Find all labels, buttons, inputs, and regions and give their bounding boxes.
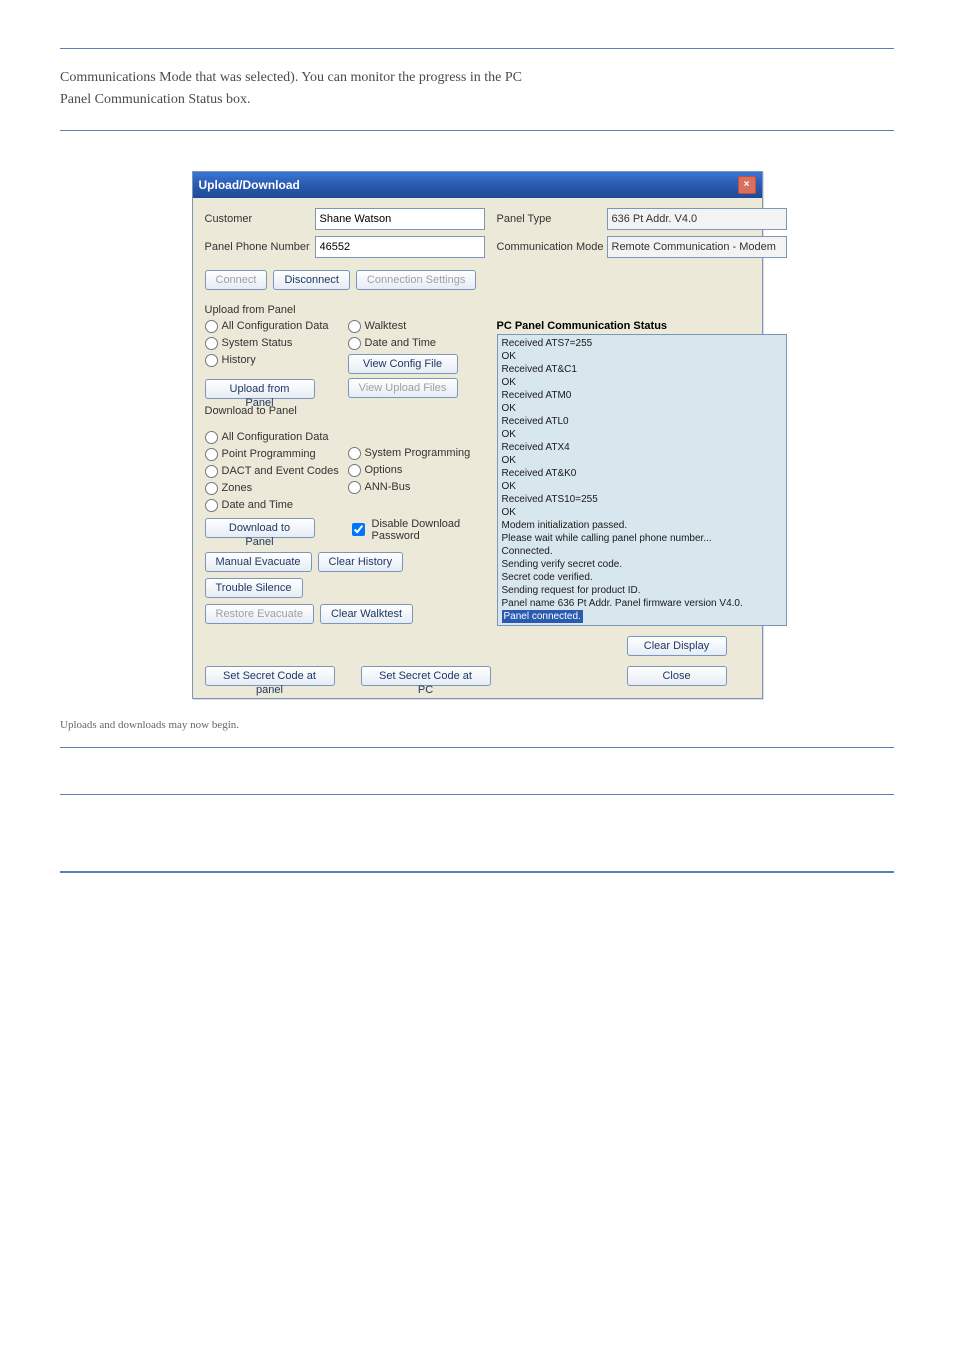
clear-display-button[interactable]: Clear Display	[627, 636, 727, 656]
phone-input[interactable]	[315, 236, 485, 258]
upload-section-label: Upload from Panel	[205, 304, 485, 316]
radio-zones-label: Zones	[222, 482, 253, 494]
radio-zones[interactable]: Zones	[205, 482, 342, 495]
customer-label: Customer	[205, 213, 315, 225]
radio-options-label: Options	[365, 464, 403, 476]
doc-text: Communications Mode that was selected). …	[60, 67, 894, 112]
disable-dl-password-label: Disable Download Password	[372, 518, 485, 542]
titlebar: Upload/Download ×	[193, 172, 762, 198]
upload-download-dialog: Upload/Download × Customer Panel Phone N…	[192, 171, 763, 699]
doc-text-line2: Panel Communication Status box.	[60, 92, 251, 107]
view-upload-files-button: View Upload Files	[348, 378, 458, 398]
radio-date-time-dl-label: Date and Time	[222, 499, 294, 511]
panel-type-label: Panel Type	[497, 213, 607, 225]
set-secret-pc-button[interactable]: Set Secret Code at PC	[361, 666, 491, 686]
comm-status-title: PC Panel Communication Status	[497, 320, 787, 332]
download-section-label: Download to Panel	[205, 405, 485, 417]
close-icon[interactable]: ×	[738, 176, 756, 194]
radio-point-prog-label: Point Programming	[222, 448, 316, 460]
comm-status-box[interactable]: Received ATZOKReceived ATE1OKReceived AT…	[497, 334, 787, 626]
trouble-silence-button[interactable]: Trouble Silence	[205, 578, 303, 598]
view-config-button[interactable]: View Config File	[348, 354, 458, 374]
connect-button: Connect	[205, 270, 268, 290]
clear-history-button[interactable]: Clear History	[318, 552, 404, 572]
restore-evacuate-button: Restore Evacuate	[205, 604, 314, 624]
customer-input[interactable]	[315, 208, 485, 230]
radio-all-config-up-label: All Configuration Data	[222, 320, 329, 332]
radio-walktest[interactable]: Walktest	[348, 320, 485, 333]
download-to-panel-button[interactable]: Download to Panel	[205, 518, 315, 538]
doc-text-line1: Communications Mode that was selected). …	[60, 70, 522, 85]
manual-evacuate-button[interactable]: Manual Evacuate	[205, 552, 312, 572]
radio-dact-event[interactable]: DACT and Event Codes	[205, 465, 342, 478]
comm-mode-label: Communication Mode	[497, 241, 607, 253]
radio-all-config-dl-label: All Configuration Data	[222, 431, 329, 443]
comm-mode-value	[607, 236, 787, 258]
radio-walktest-label: Walktest	[365, 320, 407, 332]
radio-system-status-label: System Status	[222, 337, 293, 349]
radio-ann-bus-label: ANN-Bus	[365, 481, 411, 493]
connection-settings-button: Connection Settings	[356, 270, 476, 290]
panel-type-value	[607, 208, 787, 230]
set-secret-panel-button[interactable]: Set Secret Code at panel	[205, 666, 335, 686]
dialog-title: Upload/Download	[199, 178, 300, 192]
radio-history-label: History	[222, 354, 256, 366]
radio-system-prog[interactable]: System Programming	[348, 447, 485, 460]
upload-from-panel-button[interactable]: Upload from Panel	[205, 379, 315, 399]
close-button[interactable]: Close	[627, 666, 727, 686]
radio-point-prog[interactable]: Point Programming	[205, 448, 342, 461]
radio-ann-bus[interactable]: ANN-Bus	[348, 481, 485, 494]
radio-history[interactable]: History	[205, 354, 342, 367]
radio-dact-event-label: DACT and Event Codes	[222, 465, 339, 477]
radio-all-config-up[interactable]: All Configuration Data	[205, 320, 342, 333]
doc-caption: Uploads and downloads may now begin.	[60, 719, 894, 731]
radio-date-time-up-label: Date and Time	[365, 337, 437, 349]
radio-date-time-dl[interactable]: Date and Time	[205, 499, 342, 512]
phone-label: Panel Phone Number	[205, 241, 315, 253]
clear-walktest-button[interactable]: Clear Walktest	[320, 604, 413, 624]
radio-system-status[interactable]: System Status	[205, 337, 342, 350]
radio-system-prog-label: System Programming	[365, 447, 471, 459]
radio-options[interactable]: Options	[348, 464, 485, 477]
disconnect-button[interactable]: Disconnect	[273, 270, 349, 290]
disable-dl-password-checkbox[interactable]: Disable Download Password	[348, 518, 485, 542]
radio-date-time-up[interactable]: Date and Time	[348, 337, 485, 350]
radio-all-config-dl[interactable]: All Configuration Data	[205, 431, 342, 444]
